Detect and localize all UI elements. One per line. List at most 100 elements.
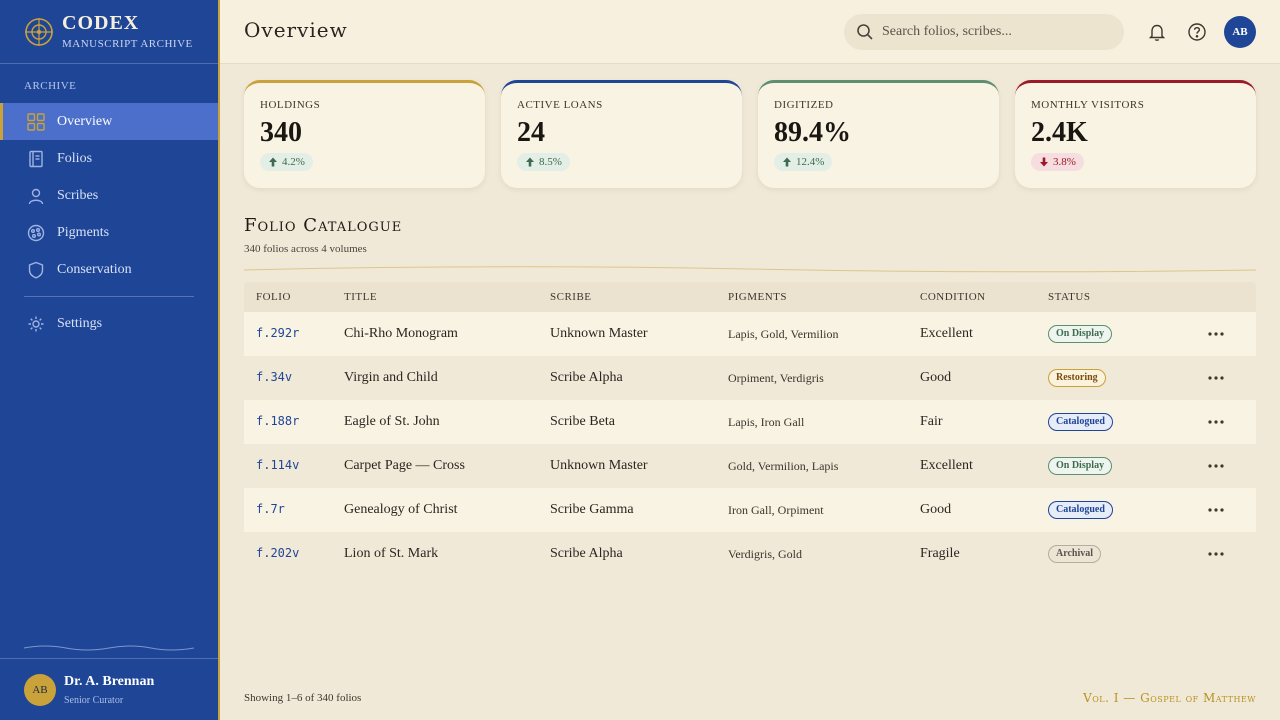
pagination-summary: Showing 1–6 of 340 folios [244,692,362,704]
folio-pigments: Lapis, Gold, Vermilion [728,326,839,341]
row-more-button[interactable] [1204,454,1228,478]
more-horizontal-icon [1208,552,1224,556]
stat-card-holdings: HOLDINGS 340 4.2% [244,80,485,188]
section-title: Folio Catalogue [244,215,403,236]
folio-code[interactable]: f.7r [256,502,285,516]
folio-code[interactable]: f.202v [256,546,299,560]
sidebar-item-overview[interactable]: Overview [0,103,218,140]
folio-pigments: Gold, Vermilion, Lapis [728,458,839,473]
bell-icon[interactable] [1147,22,1167,42]
arrow-up-icon [526,157,534,167]
folio-condition: Fair [920,414,943,429]
status-badge: Archival [1048,545,1102,563]
folio-scribe: Unknown Master [550,326,648,341]
brand-subtitle: Manuscript Archive [62,38,193,50]
stat-change: 12.4% [796,156,825,168]
folio-code[interactable]: f.114v [256,458,299,472]
user-profile[interactable]: AB Dr. A. Brennan Senior Curator [0,658,218,720]
help-icon[interactable] [1187,22,1207,42]
table-row[interactable]: f.114v Carpet Page — Cross Unknown Maste… [244,444,1256,488]
row-more-button[interactable] [1204,410,1228,434]
table-body: f.292r Chi-Rho Monogram Unknown Master L… [244,312,1256,576]
sidebar-item-label: Settings [57,315,103,331]
folio-scribe: Unknown Master [550,458,648,473]
header-avatar[interactable]: AB [1224,16,1256,48]
folio-title: Virgin and Child [344,370,438,385]
nav-section-label: ARCHIVE [24,80,77,92]
shield-icon [28,261,44,279]
folio-scribe: Scribe Alpha [550,546,623,561]
column-header[interactable]: TITLE [344,291,550,303]
grid-icon [27,112,45,131]
stat-change-badge: 8.5% [517,153,570,171]
stat-value: 2.4K [1031,117,1088,148]
column-header[interactable]: STATUS [1048,291,1176,303]
folio-code[interactable]: f.292r [256,326,299,340]
more-horizontal-icon [1208,332,1224,336]
stat-card-digitized: DIGITIZED 89.4% 12.4% [758,80,999,188]
sidebar-item-scribes[interactable]: Scribes [0,177,218,214]
folio-code[interactable]: f.34v [256,370,292,384]
decorative-wave [24,645,194,651]
stat-card-active-loans: ACTIVE LOANS 24 8.5% [501,80,742,188]
folio-condition: Good [920,370,952,385]
table-header: FOLIO TITLE SCRIBE PIGMENTS CONDITION ST… [244,282,1256,312]
arrow-up-icon [783,157,791,167]
search-icon [857,24,873,40]
folio-pigments: Iron Gall, Orpiment [728,502,824,517]
sidebar-item-settings[interactable]: Settings [0,305,218,342]
folio-condition: Excellent [920,326,973,341]
folio-condition: Fragile [920,546,960,561]
table-row[interactable]: f.292r Chi-Rho Monogram Unknown Master L… [244,312,1256,356]
stat-value: 340 [260,117,302,148]
folio-code[interactable]: f.188r [256,414,299,428]
row-more-button[interactable] [1204,322,1228,346]
book-icon [29,150,43,167]
stat-label: MONTHLY VISITORS [1031,99,1145,111]
column-header[interactable]: FOLIO [244,291,344,303]
stat-label: DIGITIZED [774,99,834,111]
stat-value: 89.4% [774,117,851,148]
table-row[interactable]: f.188r Eagle of St. John Scribe Beta Lap… [244,400,1256,444]
brand[interactable]: CODEX Manuscript Archive [0,0,218,64]
stat-change: 3.8% [1053,156,1076,168]
stat-change-badge: 4.2% [260,153,313,171]
folio-title: Genealogy of Christ [344,502,458,517]
top-header: Overview AB [220,0,1280,64]
stat-value: 24 [517,117,545,148]
status-badge: Restoring [1048,369,1106,387]
sidebar-item-folios[interactable]: Folios [0,140,218,177]
table-row[interactable]: f.7r Genealogy of Christ Scribe Gamma Ir… [244,488,1256,532]
search-box[interactable] [844,14,1124,50]
stat-label: ACTIVE LOANS [517,99,603,111]
decorative-wave [244,266,1256,273]
brand-title: CODEX [62,12,140,34]
stat-change: 4.2% [282,156,305,168]
folio-scribe: Scribe Gamma [550,502,634,517]
table-row[interactable]: f.202v Lion of St. Mark Scribe Alpha Ver… [244,532,1256,576]
folio-condition: Good [920,502,952,517]
page-title: Overview [244,18,348,42]
folio-pigments: Orpiment, Verdigris [728,370,824,385]
search-input[interactable] [882,24,1102,40]
sidebar-item-pigments[interactable]: Pigments [0,214,218,251]
column-header[interactable]: PIGMENTS [728,291,920,303]
sidebar-item-label: Scribes [57,187,99,203]
more-horizontal-icon [1208,464,1224,468]
row-more-button[interactable] [1204,498,1228,522]
table-row[interactable]: f.34v Virgin and Child Scribe Alpha Orpi… [244,356,1256,400]
stat-label: HOLDINGS [260,99,321,111]
row-more-button[interactable] [1204,542,1228,566]
arrow-down-icon [1040,157,1048,167]
row-more-button[interactable] [1204,366,1228,390]
more-horizontal-icon [1208,508,1224,512]
sidebar-item-conservation[interactable]: Conservation [0,251,218,288]
volume-label: Vol. I — Gospel of Matthew [1083,691,1256,705]
column-header[interactable]: SCRIBE [550,291,728,303]
avatar: AB [24,673,56,706]
stat-change: 8.5% [539,156,562,168]
folio-pigments: Lapis, Iron Gall [728,414,805,429]
column-header[interactable]: CONDITION [920,291,1048,303]
folio-scribe: Scribe Beta [550,414,615,429]
sidebar-item-label: Conservation [57,261,132,277]
